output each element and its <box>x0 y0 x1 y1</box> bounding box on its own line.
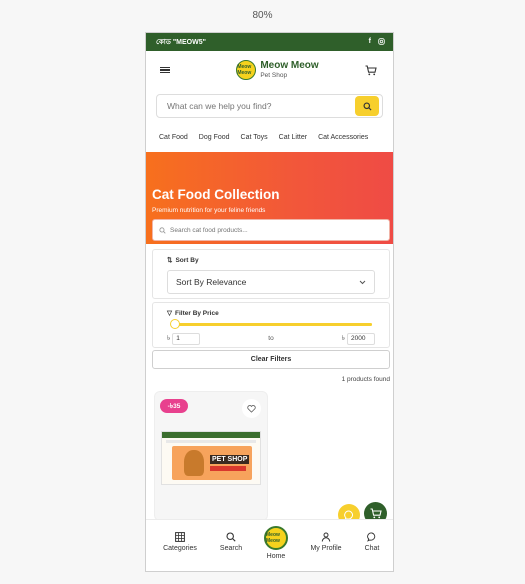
nav-search[interactable]: Search <box>206 532 256 552</box>
grid-icon <box>175 532 185 542</box>
category-link[interactable]: Cat Toys <box>241 134 268 141</box>
price-filter-label-text: Filter By Price <box>175 309 219 317</box>
currency-symbol: ৳ <box>167 335 171 342</box>
min-price-field: ৳ 1 <box>167 332 201 345</box>
page-title: Cat Food Collection <box>152 187 280 202</box>
cart-icon <box>370 508 382 519</box>
product-image-text: PET SHOP <box>210 455 250 464</box>
brand-name: Meow Meow <box>260 60 319 71</box>
nav-chat[interactable]: Chat <box>347 532 393 552</box>
search-icon <box>159 226 166 234</box>
price-slider-fill <box>171 323 372 326</box>
search-input[interactable] <box>167 101 337 111</box>
clear-filters-button[interactable]: Clear Filters <box>152 350 390 369</box>
menu-icon[interactable] <box>160 66 170 74</box>
nav-categories[interactable]: Categories <box>155 532 205 552</box>
search-button[interactable] <box>355 96 379 116</box>
promo-bar: কোড "MEOW5" f <box>146 33 393 51</box>
promo-text: কোড "MEOW5" <box>156 39 206 46</box>
nav-label: Search <box>219 545 243 552</box>
max-price-input[interactable]: 2000 <box>346 332 375 345</box>
category-link[interactable]: Cat Food <box>159 134 188 141</box>
facebook-icon[interactable]: f <box>369 38 371 47</box>
sort-panel: ⇅ Sort By Sort By Relevance <box>152 249 390 299</box>
sort-label: ⇅ Sort By <box>167 256 199 265</box>
search-icon <box>362 101 372 111</box>
social-links: f <box>369 38 385 47</box>
nav-profile[interactable]: My Profile <box>301 532 351 552</box>
category-nav: Cat Food Dog Food Cat Toys Cat Litter Ca… <box>146 122 393 152</box>
logo-badge: Meow Meow <box>236 60 257 80</box>
product-search <box>152 219 390 241</box>
brand-subtitle: Pet Shop <box>260 72 288 79</box>
zoom-level: 80% <box>252 10 273 21</box>
category-link[interactable]: Dog Food <box>199 134 230 141</box>
nav-label: Categories <box>163 545 197 552</box>
product-image[interactable]: PET SHOP <box>161 431 261 485</box>
currency-symbol: ৳ <box>341 335 345 342</box>
nav-label: My Profile <box>310 545 342 552</box>
product-search-input[interactable] <box>170 226 370 234</box>
main-search <box>156 94 383 118</box>
filter-icon: ▽ <box>167 310 172 317</box>
nav-label: Home <box>266 553 286 560</box>
category-link[interactable]: Cat Accessories <box>318 134 368 141</box>
mobile-viewport: কোড "MEOW5" f Meow Meow Meow Meow Pet Sh… <box>145 32 394 572</box>
max-price-field: ৳ 2000 <box>341 332 375 345</box>
results-count: 1 products found <box>341 376 390 383</box>
search-icon <box>226 532 236 542</box>
heart-icon <box>247 404 256 413</box>
instagram-icon[interactable] <box>378 37 385 47</box>
min-price-input[interactable]: 1 <box>172 332 201 345</box>
sort-icon: ⇅ <box>167 257 173 264</box>
price-filter-label: ▽ Filter By Price <box>167 309 219 318</box>
wishlist-button[interactable] <box>242 399 261 418</box>
nav-label: Chat <box>364 545 380 552</box>
to-label: to <box>268 335 274 342</box>
price-slider[interactable] <box>171 323 372 326</box>
product-card[interactable]: -৳35 PET SHOP <box>154 391 268 521</box>
sort-selected: Sort By Relevance <box>176 277 247 287</box>
category-link[interactable]: Cat Litter <box>279 134 307 141</box>
bottom-nav: Categories Search Meow Meow Home My Prof… <box>146 519 393 571</box>
hero-banner: Cat Food Collection Premium nutrition fo… <box>146 152 393 244</box>
sort-select[interactable]: Sort By Relevance <box>167 270 375 294</box>
nav-home[interactable]: Meow Meow Home <box>251 526 301 560</box>
discount-badge: -৳35 <box>160 399 188 413</box>
cart-icon[interactable] <box>365 64 377 76</box>
sort-label-text: Sort By <box>175 256 199 264</box>
price-slider-handle[interactable] <box>170 319 180 329</box>
home-logo-icon: Meow Meow <box>264 526 288 550</box>
page-subtitle: Premium nutrition for your feline friend… <box>152 207 266 214</box>
user-icon <box>321 532 331 542</box>
price-filter-panel: ▽ Filter By Price ৳ 1 to ৳ 2000 <box>152 302 390 348</box>
cat-illustration <box>184 450 204 476</box>
brand-logo[interactable]: Meow Meow Meow Meow Pet Shop <box>236 60 319 80</box>
chat-icon <box>367 532 376 542</box>
site-header: Meow Meow Meow Meow Pet Shop <box>146 51 393 89</box>
chevron-down-icon <box>359 280 366 284</box>
price-inputs: ৳ 1 to ৳ 2000 <box>167 332 375 345</box>
